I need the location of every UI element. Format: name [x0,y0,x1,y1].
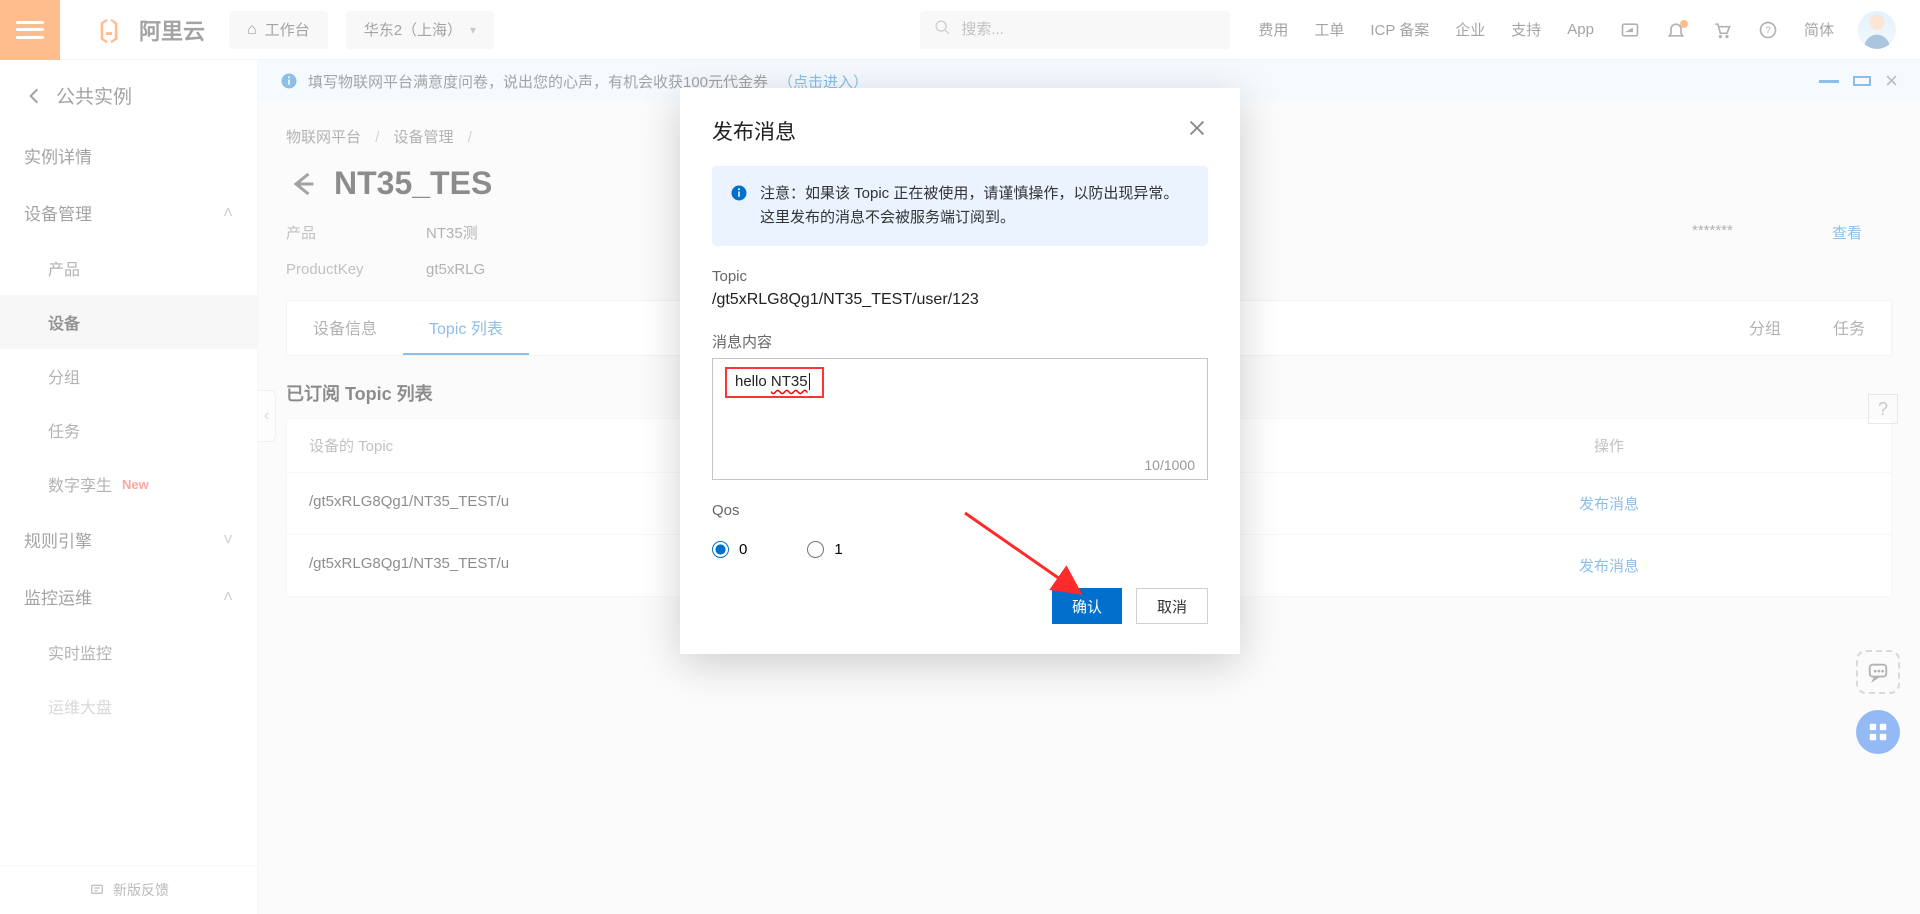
char-counter: 10/1000 [1144,457,1195,473]
modal-title-text: 发布消息 [712,116,796,146]
modal-message-label: 消息内容 [712,331,1208,352]
modal-topic-label: Topic [712,268,1208,285]
modal-note-text: 注意：如果该 Topic 正在被使用，请谨慎操作，以防出现异常。这里发布的消息不… [760,182,1190,230]
confirm-button[interactable]: 确认 [1052,588,1122,624]
qos-option-0[interactable]: 0 [712,541,747,558]
info-icon [730,184,748,202]
modal-qos-label: Qos [712,502,1208,519]
modal-topic-value: /gt5xRLG8Qg1/NT35_TEST/user/123 [712,291,1208,309]
modal-close-button[interactable] [1186,117,1208,145]
modal-message-textarea[interactable]: hello NT35 10/1000 [712,358,1208,480]
publish-message-modal: 发布消息 注意：如果该 Topic 正在被使用，请谨慎操作，以防出现异常。这里发… [680,88,1240,654]
cancel-button[interactable]: 取消 [1136,588,1208,624]
message-text-highlight: hello NT35 [725,367,824,398]
qos-option-1[interactable]: 1 [807,541,842,558]
